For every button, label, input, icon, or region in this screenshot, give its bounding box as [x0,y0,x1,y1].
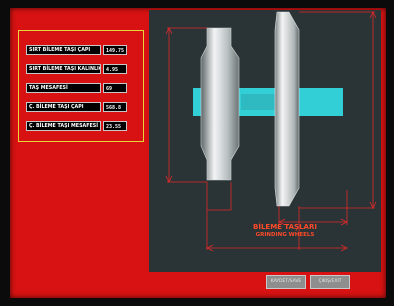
caption-subtitle: GRINDING WHEELS [255,232,315,238]
param-label: SIRT BİLEME TAŞI ÇAPI [26,45,101,55]
param-value-field[interactable]: 23.55 [103,121,127,131]
param-row: SIRT BİLEME TAŞI KALINLIĞI 4.95 [26,64,127,74]
parameters-box: SIRT BİLEME TAŞI ÇAPI 149.75 SIRT BİLEME… [18,30,144,142]
param-row: TAŞ MESAFESİ 69 [26,83,127,93]
param-value-field[interactable]: 568.8 [103,102,127,112]
param-row: Ç. BİLEME TAŞI ÇAPI 568.8 [26,102,127,112]
large-grinding-wheel [274,11,300,207]
param-label: Ç. BİLEME TAŞI ÇAPI [26,102,101,112]
param-label: SIRT BİLEME TAŞI KALINLIĞI [26,64,101,74]
param-row: SIRT BİLEME TAŞI ÇAPI 149.75 [26,45,127,55]
exit-button[interactable]: ÇIKIŞ/EXIT [310,275,350,289]
dimension-lines [165,11,377,252]
small-grinding-wheel [200,27,240,181]
param-label: Ç. BİLEME TAŞI MESAFESİ [26,121,101,131]
caption-title: BİLEME TAŞLARI [253,223,317,231]
param-label: TAŞ MESAFESİ [26,83,101,93]
param-value-field[interactable]: 149.75 [103,45,127,55]
param-row: Ç. BİLEME TAŞI MESAFESİ 23.55 [26,121,127,131]
param-value-field[interactable]: 4.95 [103,64,127,74]
diagram-caption: BİLEME TAŞLARI GRINDING WHEELS [210,223,360,239]
param-value-field[interactable]: 69 [103,83,127,93]
monitor-screen: SIRT BİLEME TAŞI ÇAPI 149.75 SIRT BİLEME… [0,0,394,306]
save-button[interactable]: KAYDET/SAVE [266,275,306,289]
